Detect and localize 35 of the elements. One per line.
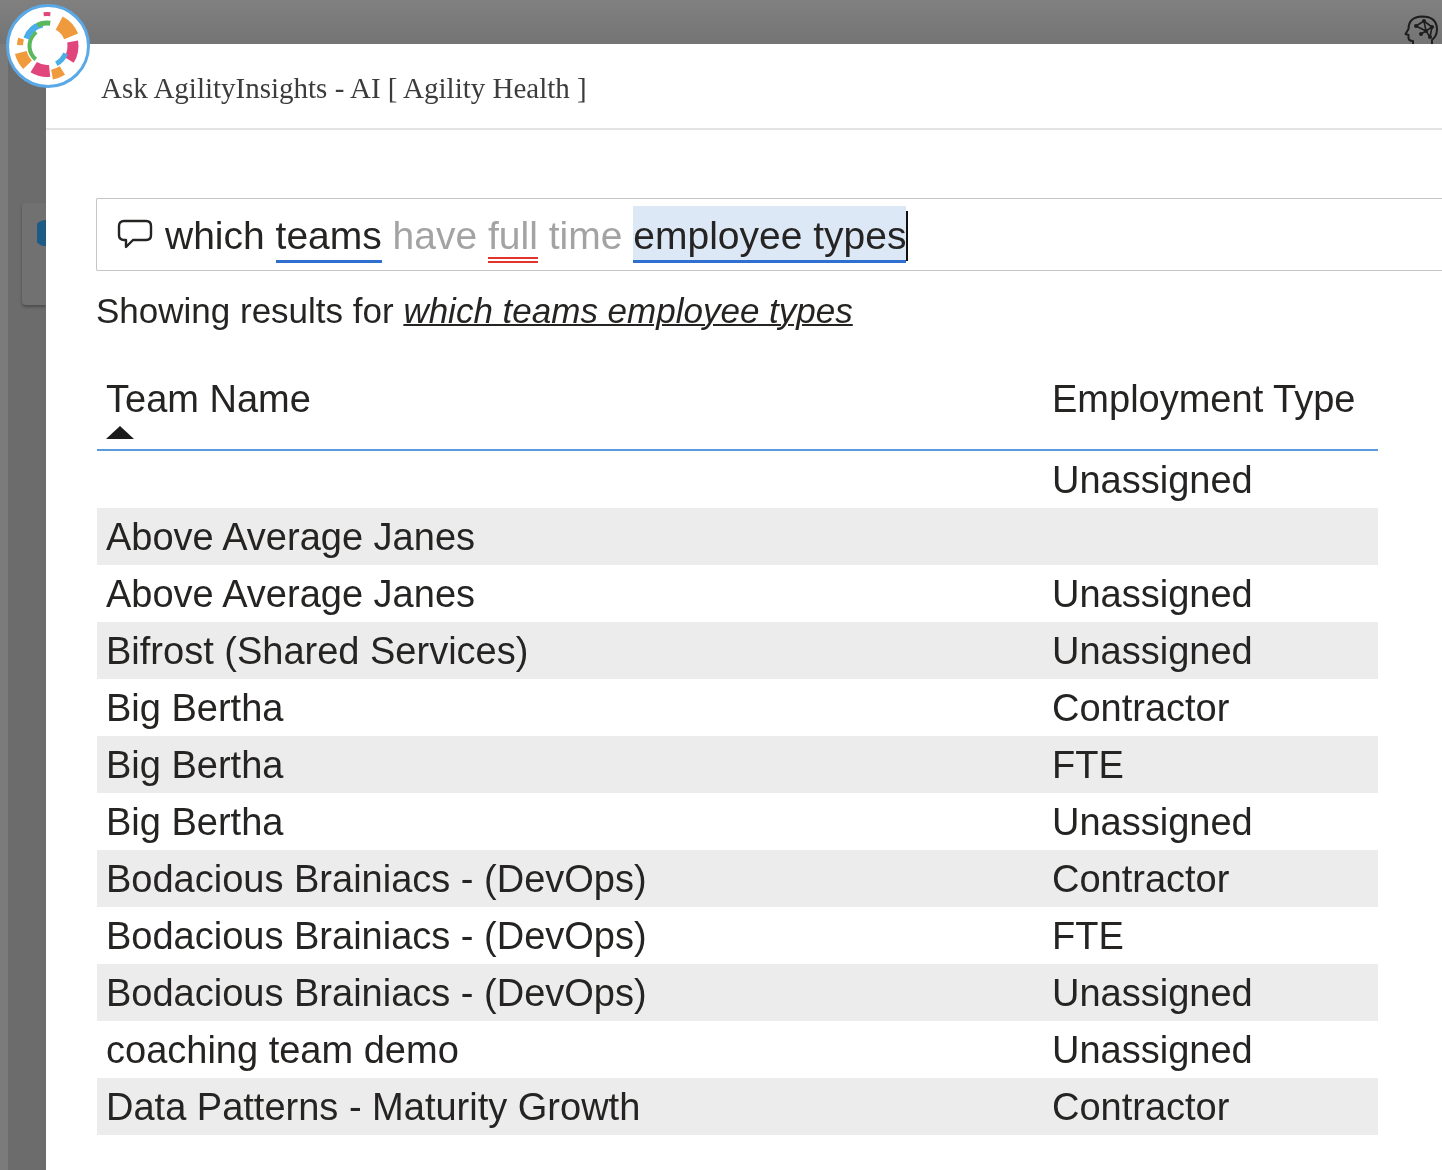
table-cell-text: Big Bertha <box>105 745 285 784</box>
column-header[interactable]: Team Name <box>97 368 1043 449</box>
table-cell-text: Unassigned <box>1051 574 1254 613</box>
table-cell-text: Unassigned <box>1051 631 1254 670</box>
table-cell-text: FTE <box>1051 745 1125 784</box>
table-cell-text: Big Bertha <box>105 802 285 841</box>
table-cell-text: Unassigned <box>1051 1030 1254 1069</box>
query-word: which <box>165 213 265 259</box>
table-cell-text: Above Average Janes <box>105 517 476 556</box>
table-cell-text: FTE <box>1051 916 1125 955</box>
table-cell-text: Bodacious Brainiacs - (DevOps) <box>105 916 648 955</box>
table-cell-text: Bodacious Brainiacs - (DevOps) <box>105 859 648 898</box>
table-cell-text: Unassigned <box>1051 460 1254 499</box>
table-cell-text: Unassigned <box>1051 973 1254 1012</box>
misspelled-word: full <box>488 206 538 263</box>
speech-bubble-icon <box>117 218 153 251</box>
highlighted-term: employee types <box>633 206 907 263</box>
recognized-term: teams <box>275 206 382 263</box>
table-cell-text: coaching team demo <box>105 1030 460 1069</box>
ignored-word: time <box>548 213 623 259</box>
table-cell-text: Big Bertha <box>105 688 285 727</box>
ignored-word: have <box>392 213 478 259</box>
table-cell-text: Contractor <box>1051 688 1231 727</box>
table-cell-text: Bodacious Brainiacs - (DevOps) <box>105 973 648 1012</box>
table-cell-text: Unassigned <box>1051 802 1254 841</box>
table-cell-text: Data Patterns - Maturity Growth <box>105 1087 642 1126</box>
column-header[interactable]: Employment Type <box>1043 368 1378 449</box>
dialog-title: Ask AgilityInsights - AI [ Agility Health ] <box>101 70 587 105</box>
query-link[interactable]: which teams employee types <box>403 291 853 330</box>
table-cell-text: Bifrost (Shared Services) <box>105 631 530 670</box>
table-cell-text: Contractor <box>1051 859 1231 898</box>
search-field[interactable]: which teams have full time employee types <box>96 198 1442 271</box>
table-cell-text: Above Average Janes <box>105 574 476 613</box>
table-cell-text: Contractor <box>1051 1087 1231 1126</box>
results-sentence: Showing results for which teams employee types <box>96 290 854 332</box>
